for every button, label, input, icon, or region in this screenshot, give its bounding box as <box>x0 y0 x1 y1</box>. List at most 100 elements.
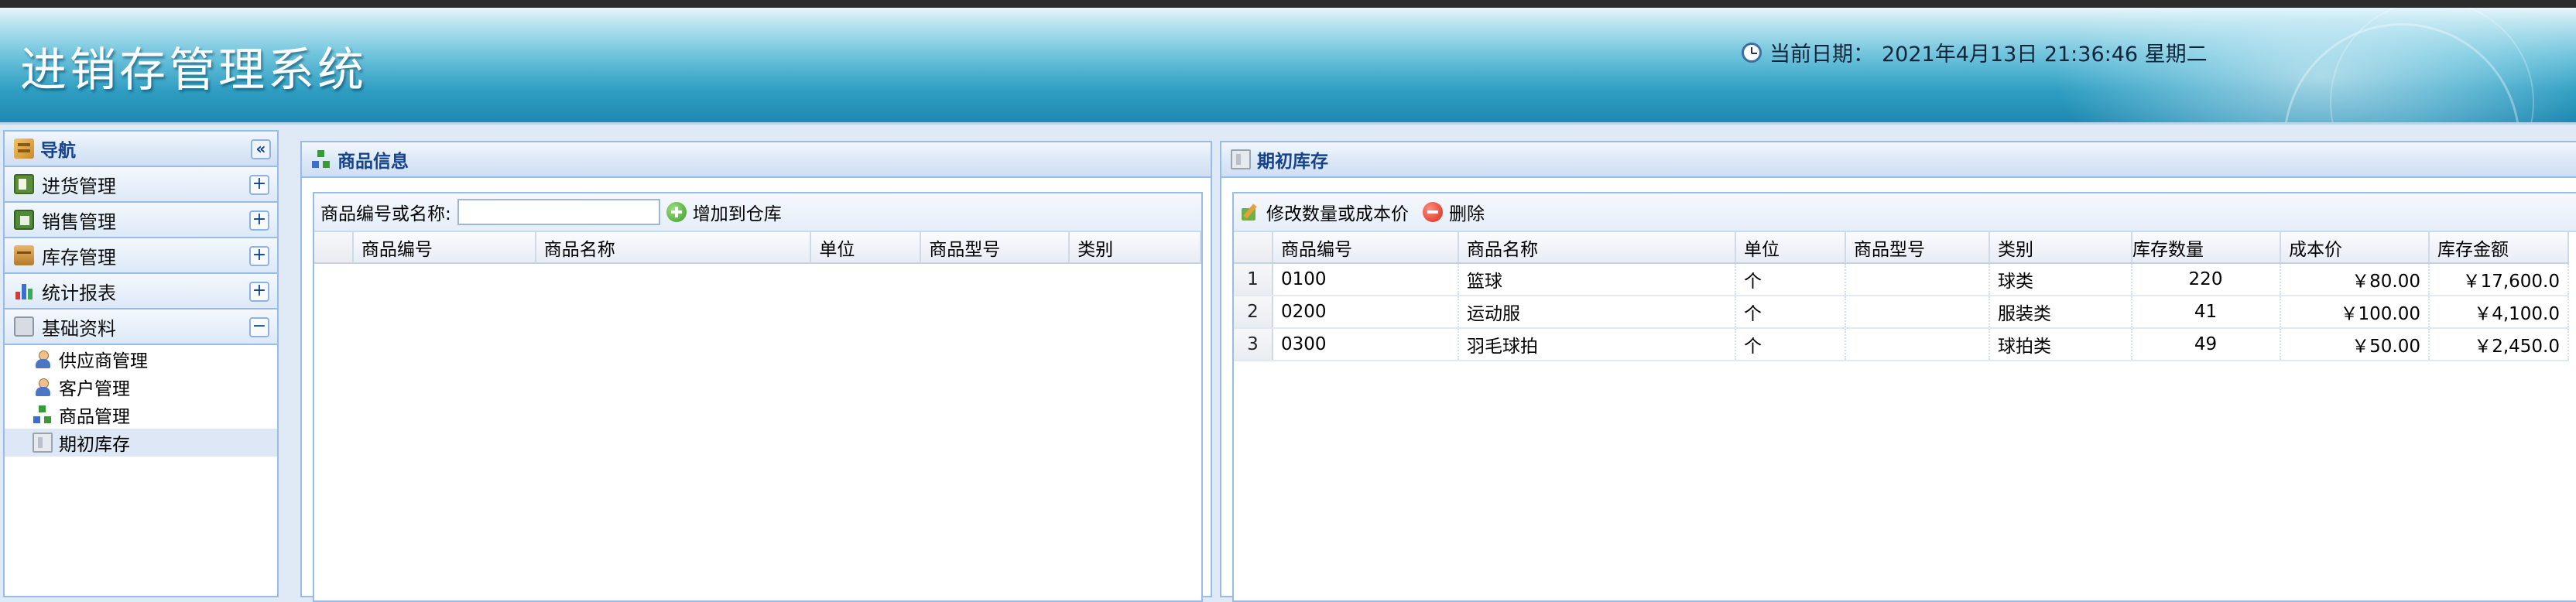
row-number: 3 <box>1234 328 1273 361</box>
app-header: 进销存管理系统 当前日期： 2021年4月13日 21:36:46 星期二 <box>0 8 2576 125</box>
cell-name: 篮球 <box>1458 263 1736 296</box>
expand-icon[interactable]: + <box>249 282 269 302</box>
column-header[interactable]: 商品编号 <box>1273 232 1459 264</box>
goods-toolbar: 商品编号或名称: 增加到仓库 <box>314 193 1201 232</box>
column-header[interactable]: 类别 <box>1069 232 1201 264</box>
column-header[interactable]: 商品名称 <box>535 232 812 264</box>
cell-qty: 220 <box>2132 263 2281 296</box>
chart-icon <box>14 281 34 301</box>
purchase-icon <box>14 174 34 194</box>
collapse-icon[interactable]: − <box>249 317 269 337</box>
cell-cost: ￥100.00 <box>2280 296 2430 329</box>
column-header[interactable]: 单位 <box>1735 232 1846 264</box>
cell-model <box>1845 296 1990 329</box>
nav-section-sales[interactable]: 销售管理 + <box>5 203 277 238</box>
basic-data-icon <box>14 316 34 337</box>
opening-stock-table: 商品编号 商品名称 单位 商品型号 类别 库存数量 成本价 库存金额 1 010… <box>1234 232 2569 361</box>
table-row[interactable]: 2 0200 运动服 个 服装类 41 ￥100.00 ￥4,100.0 <box>1234 296 2569 329</box>
cell-unit: 个 <box>1735 328 1846 361</box>
goods-panel-title: 商品信息 <box>337 152 409 172</box>
goods-panel-header: 商品信息 <box>302 142 1211 178</box>
nav-section-basic-data[interactable]: 基础资料 − <box>5 310 277 345</box>
date-value: 2021年4月13日 21:36:46 星期二 <box>1882 43 2208 67</box>
nav-section-reports[interactable]: 统计报表 + <box>5 274 277 310</box>
window-top-strip <box>0 0 2576 8</box>
user-icon <box>33 349 53 369</box>
nav-item-supplier[interactable]: 供应商管理 <box>5 345 277 373</box>
delete-icon <box>1423 202 1443 222</box>
expand-icon[interactable]: + <box>249 210 269 231</box>
cell-category: 服装类 <box>1989 296 2132 329</box>
store-icon <box>1231 149 1251 169</box>
opening-stock-panel: 期初库存 修改数量或成本价 删除 商品编号 商品名称 单位 商品型号 类别 库存… <box>1220 141 2576 602</box>
cell-unit: 个 <box>1735 263 1846 296</box>
cell-amount: ￥4,100.0 <box>2429 296 2569 329</box>
nav-item-label: 客户管理 <box>59 379 130 399</box>
cell-amount: ￥17,600.0 <box>2429 263 2569 296</box>
date-label: 当前日期： <box>1769 43 1874 67</box>
row-number: 1 <box>1234 263 1273 296</box>
column-header[interactable]: 商品型号 <box>920 232 1070 264</box>
expand-icon[interactable]: + <box>249 175 269 195</box>
column-header[interactable]: 库存金额 <box>2429 232 2569 264</box>
row-number: 2 <box>1234 296 1273 329</box>
clock-icon <box>1742 42 1762 63</box>
nav-item-label: 供应商管理 <box>59 351 148 371</box>
nav-section-stock[interactable]: 库存管理 + <box>5 238 277 274</box>
nav-section-label: 销售管理 <box>42 210 116 233</box>
cell-cost: ￥50.00 <box>2280 328 2430 361</box>
row-number-header <box>314 232 354 264</box>
cell-code: 0200 <box>1273 296 1459 329</box>
cell-category: 球拍类 <box>1989 328 2132 361</box>
nav-header: 导航 « <box>5 132 277 167</box>
nav-section-label: 库存管理 <box>42 246 116 269</box>
cell-model <box>1845 328 1990 361</box>
add-to-warehouse-button[interactable]: 增加到仓库 <box>666 199 782 225</box>
column-header[interactable]: 库存数量 <box>2132 232 2281 264</box>
cell-code: 0100 <box>1273 263 1459 296</box>
nav-section-purchase[interactable]: 进货管理 + <box>5 167 277 203</box>
nav-section-label: 进货管理 <box>42 175 116 197</box>
cell-amount: ￥2,450.0 <box>2429 328 2569 361</box>
cell-code: 0300 <box>1273 328 1459 361</box>
column-header[interactable]: 商品名称 <box>1458 232 1736 264</box>
delete-label: 删除 <box>1449 204 1485 224</box>
column-header[interactable]: 类别 <box>1989 232 2132 264</box>
goods-search-input[interactable] <box>457 199 660 225</box>
search-label: 商品编号或名称: <box>320 204 451 224</box>
delete-button[interactable]: 删除 <box>1423 199 1485 225</box>
cell-qty: 49 <box>2132 328 2281 361</box>
nav-title: 导航 <box>40 141 76 161</box>
nav-item-customer[interactable]: 客户管理 <box>5 373 277 401</box>
nav-panel: 导航 « 进货管理 + 销售管理 + 库存管理 + 统计报表 + 基础资料 − … <box>3 130 279 597</box>
goods-panel: 商品信息 商品编号或名称: 增加到仓库 商品编号 商品名称 单位 商品型号 类别 <box>300 141 1212 602</box>
opening-stock-table-header: 商品编号 商品名称 单位 商品型号 类别 库存数量 成本价 库存金额 <box>1234 232 2569 264</box>
nav-item-opening-stock[interactable]: 期初库存 <box>5 429 277 457</box>
cell-cost: ￥80.00 <box>2280 263 2430 296</box>
edit-qty-cost-button[interactable]: 修改数量或成本价 <box>1240 199 1409 225</box>
column-header[interactable]: 单位 <box>810 232 922 264</box>
cell-qty: 41 <box>2132 296 2281 329</box>
store-icon <box>33 433 53 453</box>
column-header[interactable]: 成本价 <box>2280 232 2430 264</box>
opening-stock-toolbar: 修改数量或成本价 删除 <box>1234 193 2576 232</box>
goods-icon <box>33 405 53 425</box>
column-header[interactable]: 商品型号 <box>1845 232 1990 264</box>
cell-category: 球类 <box>1989 263 2132 296</box>
add-icon <box>666 202 687 222</box>
nav-item-goods[interactable]: 商品管理 <box>5 401 277 429</box>
nav-section-label: 统计报表 <box>42 282 116 304</box>
table-row[interactable]: 1 0100 篮球 个 球类 220 ￥80.00 ￥17,600.0 <box>1234 263 2569 296</box>
nav-item-label: 期初库存 <box>59 435 130 455</box>
goods-icon <box>311 149 331 169</box>
opening-stock-grid: 修改数量或成本价 删除 商品编号 商品名称 单位 商品型号 类别 库存数量 成本… <box>1232 192 2576 602</box>
user-icon <box>33 377 53 397</box>
opening-stock-panel-title: 期初库存 <box>1257 152 1328 172</box>
column-header[interactable]: 商品编号 <box>352 232 536 264</box>
edit-qty-cost-label: 修改数量或成本价 <box>1266 204 1409 224</box>
table-row[interactable]: 3 0300 羽毛球拍 个 球拍类 49 ￥50.00 ￥2,450.0 <box>1234 328 2569 361</box>
stock-icon <box>14 245 34 265</box>
collapse-nav-button[interactable]: « <box>251 139 271 159</box>
edit-icon <box>1240 202 1260 222</box>
expand-icon[interactable]: + <box>249 246 269 266</box>
